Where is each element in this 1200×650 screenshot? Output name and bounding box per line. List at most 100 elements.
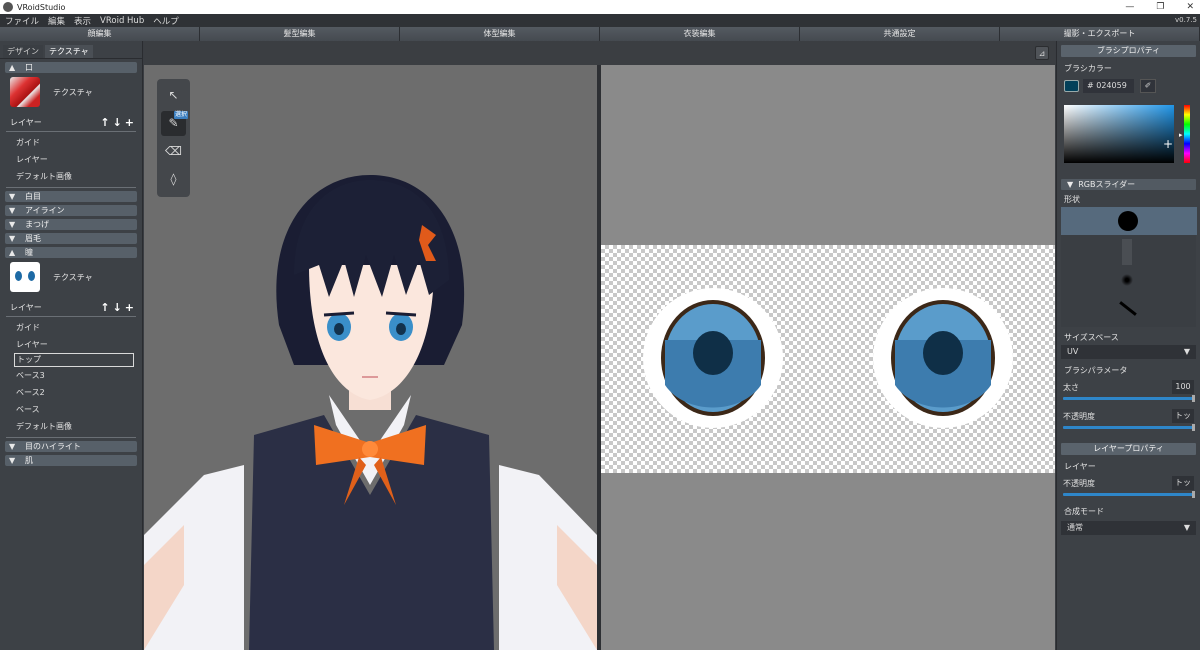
section-label: アイライン (25, 206, 65, 215)
tab-body-edit[interactable]: 体型編集 (400, 27, 600, 41)
rgb-slider-toggle[interactable]: ▼ RGBスライダー (1061, 179, 1196, 190)
opacity-slider[interactable] (1063, 424, 1195, 431)
tab-face-edit[interactable]: 顔編集 (0, 27, 200, 41)
mouth-layer-header: レイヤー ↑ ↓ + (0, 115, 142, 129)
menu-edit[interactable]: 編集 (48, 15, 65, 27)
texture-2d-view[interactable] (601, 65, 1055, 650)
eraser-icon[interactable]: ⌫ (161, 139, 186, 164)
window-controls: — ❐ ✕ (1125, 0, 1194, 14)
chevron-down-icon: ▼ (9, 192, 16, 201)
layer-opacity-row: 不透明度 トッ (1057, 475, 1200, 491)
menu-bar: ファイル 編集 表示 VRoid Hub ヘルプ (0, 14, 1200, 27)
thickness-slider[interactable] (1063, 395, 1195, 402)
menu-vroid-hub[interactable]: VRoid Hub (100, 16, 144, 26)
layer-item[interactable]: ガイド (0, 319, 142, 336)
layer-up-icon[interactable]: ↑ (100, 116, 109, 129)
chevron-down-icon: ▼ (9, 456, 16, 465)
color-picker[interactable]: + (1064, 105, 1174, 163)
size-space-select[interactable]: UV ▼ (1061, 345, 1196, 359)
thickness-input[interactable]: 100 (1172, 380, 1194, 394)
3d-view[interactable]: ↖ ✎ 選択 ⌫ ◊ (144, 65, 597, 650)
add-layer-icon[interactable]: + (125, 301, 134, 314)
layer-down-icon[interactable]: ↓ (113, 116, 122, 129)
tab-outfit-edit[interactable]: 衣装編集 (600, 27, 800, 41)
layer-item[interactable]: レイヤー (0, 151, 142, 168)
layer-properties-header: レイヤープロパティ (1061, 443, 1196, 455)
left-panel: デザイン テクスチャ ▲ 口 テクスチャ レイヤー ↑ ↓ + ガイド レイヤー… (0, 41, 143, 650)
divider (6, 131, 136, 132)
layer-opacity-label: 不透明度 (1063, 478, 1095, 488)
add-layer-icon[interactable]: + (125, 116, 134, 129)
viewport-toolbar: ⊿ (144, 41, 1055, 65)
layer-opacity-slider[interactable] (1063, 491, 1195, 498)
tab-design[interactable]: デザイン (3, 45, 43, 58)
minimize-button[interactable]: — (1125, 0, 1134, 14)
layer-item[interactable]: デフォルト画像 (0, 168, 142, 185)
brush-color-label: ブラシカラー (1064, 64, 1112, 73)
brush-shape-bar-icon[interactable] (1122, 239, 1132, 265)
layer-item[interactable]: ベース (0, 401, 142, 418)
divider (6, 437, 136, 438)
thickness-label: 太さ (1063, 382, 1079, 392)
blend-mode-select[interactable]: 通常 ▼ (1061, 521, 1196, 535)
eye-texture-preview (643, 288, 1013, 428)
section-label: 目のハイライト (25, 442, 81, 451)
texture-canvas[interactable] (601, 245, 1055, 473)
eyedropper-icon[interactable]: ✐ (1140, 79, 1156, 93)
chevron-down-icon: ▼ (9, 234, 16, 243)
tab-texture[interactable]: テクスチャ (45, 45, 93, 58)
layer-down-icon[interactable]: ↓ (113, 301, 122, 314)
section-skin[interactable]: ▼ 肌 (5, 455, 137, 466)
brush-soft-round-icon[interactable] (1121, 274, 1133, 286)
mouth-texture-row[interactable]: テクスチャ (0, 73, 142, 111)
section-label: まつげ (25, 220, 49, 229)
opacity-label: 不透明度 (1063, 411, 1095, 421)
maximize-button[interactable]: ❐ (1156, 0, 1164, 14)
mouth-texture-label: テクスチャ (53, 87, 93, 97)
title-bar: VRoidStudio — ❐ ✕ (0, 0, 1200, 14)
tab-common-settings[interactable]: 共通設定 (800, 27, 1000, 41)
section-eyeline[interactable]: ▼ アイライン (5, 205, 137, 216)
section-eye-highlight[interactable]: ▼ 目のハイライト (5, 441, 137, 452)
mouth-layer-title: レイヤー (10, 117, 42, 127)
split-view-icon[interactable]: ⊿ (1035, 46, 1049, 60)
layer-item[interactable]: ベース2 (0, 384, 142, 401)
section-eyebrows[interactable]: ▼ 眉毛 (5, 233, 137, 244)
color-swatch[interactable] (1064, 80, 1079, 92)
size-space-label: サイズスペース (1064, 333, 1119, 342)
size-space-value: UV (1067, 347, 1079, 356)
brush-color-row: # 024059 ✐ (1057, 79, 1200, 93)
close-button[interactable]: ✕ (1186, 0, 1194, 14)
pen-icon[interactable]: ✎ 選択 (161, 111, 188, 136)
section-eye[interactable]: ▲ 瞳 (5, 247, 137, 258)
brush-shape-list (1061, 207, 1197, 327)
layer-item[interactable]: レイヤー (0, 336, 142, 353)
tab-photo-export[interactable]: 撮影・エクスポート (1000, 27, 1200, 41)
divider (6, 316, 136, 317)
layer-item[interactable]: ガイド (0, 134, 142, 151)
tab-hair-edit[interactable]: 髪型編集 (200, 27, 400, 41)
section-eyelashes[interactable]: ▼ まつげ (5, 219, 137, 230)
eye-texture-row[interactable]: テクスチャ (0, 258, 142, 296)
chevron-down-icon: ▼ (9, 206, 16, 215)
layer-item[interactable]: デフォルト画像 (0, 418, 142, 435)
menu-help[interactable]: ヘルプ (153, 15, 179, 27)
hue-slider[interactable] (1184, 105, 1190, 163)
layer-opacity-input[interactable]: トッ (1172, 476, 1194, 490)
menu-view[interactable]: 表示 (74, 15, 91, 27)
layer-label: レイヤー (1064, 462, 1096, 471)
menu-file[interactable]: ファイル (5, 15, 39, 27)
eye-texture-thumbnail[interactable] (10, 262, 40, 292)
section-whites[interactable]: ▼ 白目 (5, 191, 137, 202)
layer-item-selected[interactable]: トップ (14, 353, 134, 367)
brush-params-label: ブラシパラメータ (1064, 366, 1128, 375)
layer-item[interactable]: ベース3 (0, 367, 142, 384)
fill-icon[interactable]: ◊ (161, 167, 186, 192)
hex-input[interactable]: # 024059 (1083, 79, 1134, 93)
section-mouth[interactable]: ▲ 口 (5, 62, 137, 73)
mouth-texture-thumbnail[interactable] (10, 77, 40, 107)
layer-up-icon[interactable]: ↑ (100, 301, 109, 314)
opacity-input[interactable]: トッ (1172, 409, 1194, 423)
cursor-icon[interactable]: ↖ (161, 83, 186, 108)
brush-line-icon[interactable] (1119, 301, 1137, 316)
